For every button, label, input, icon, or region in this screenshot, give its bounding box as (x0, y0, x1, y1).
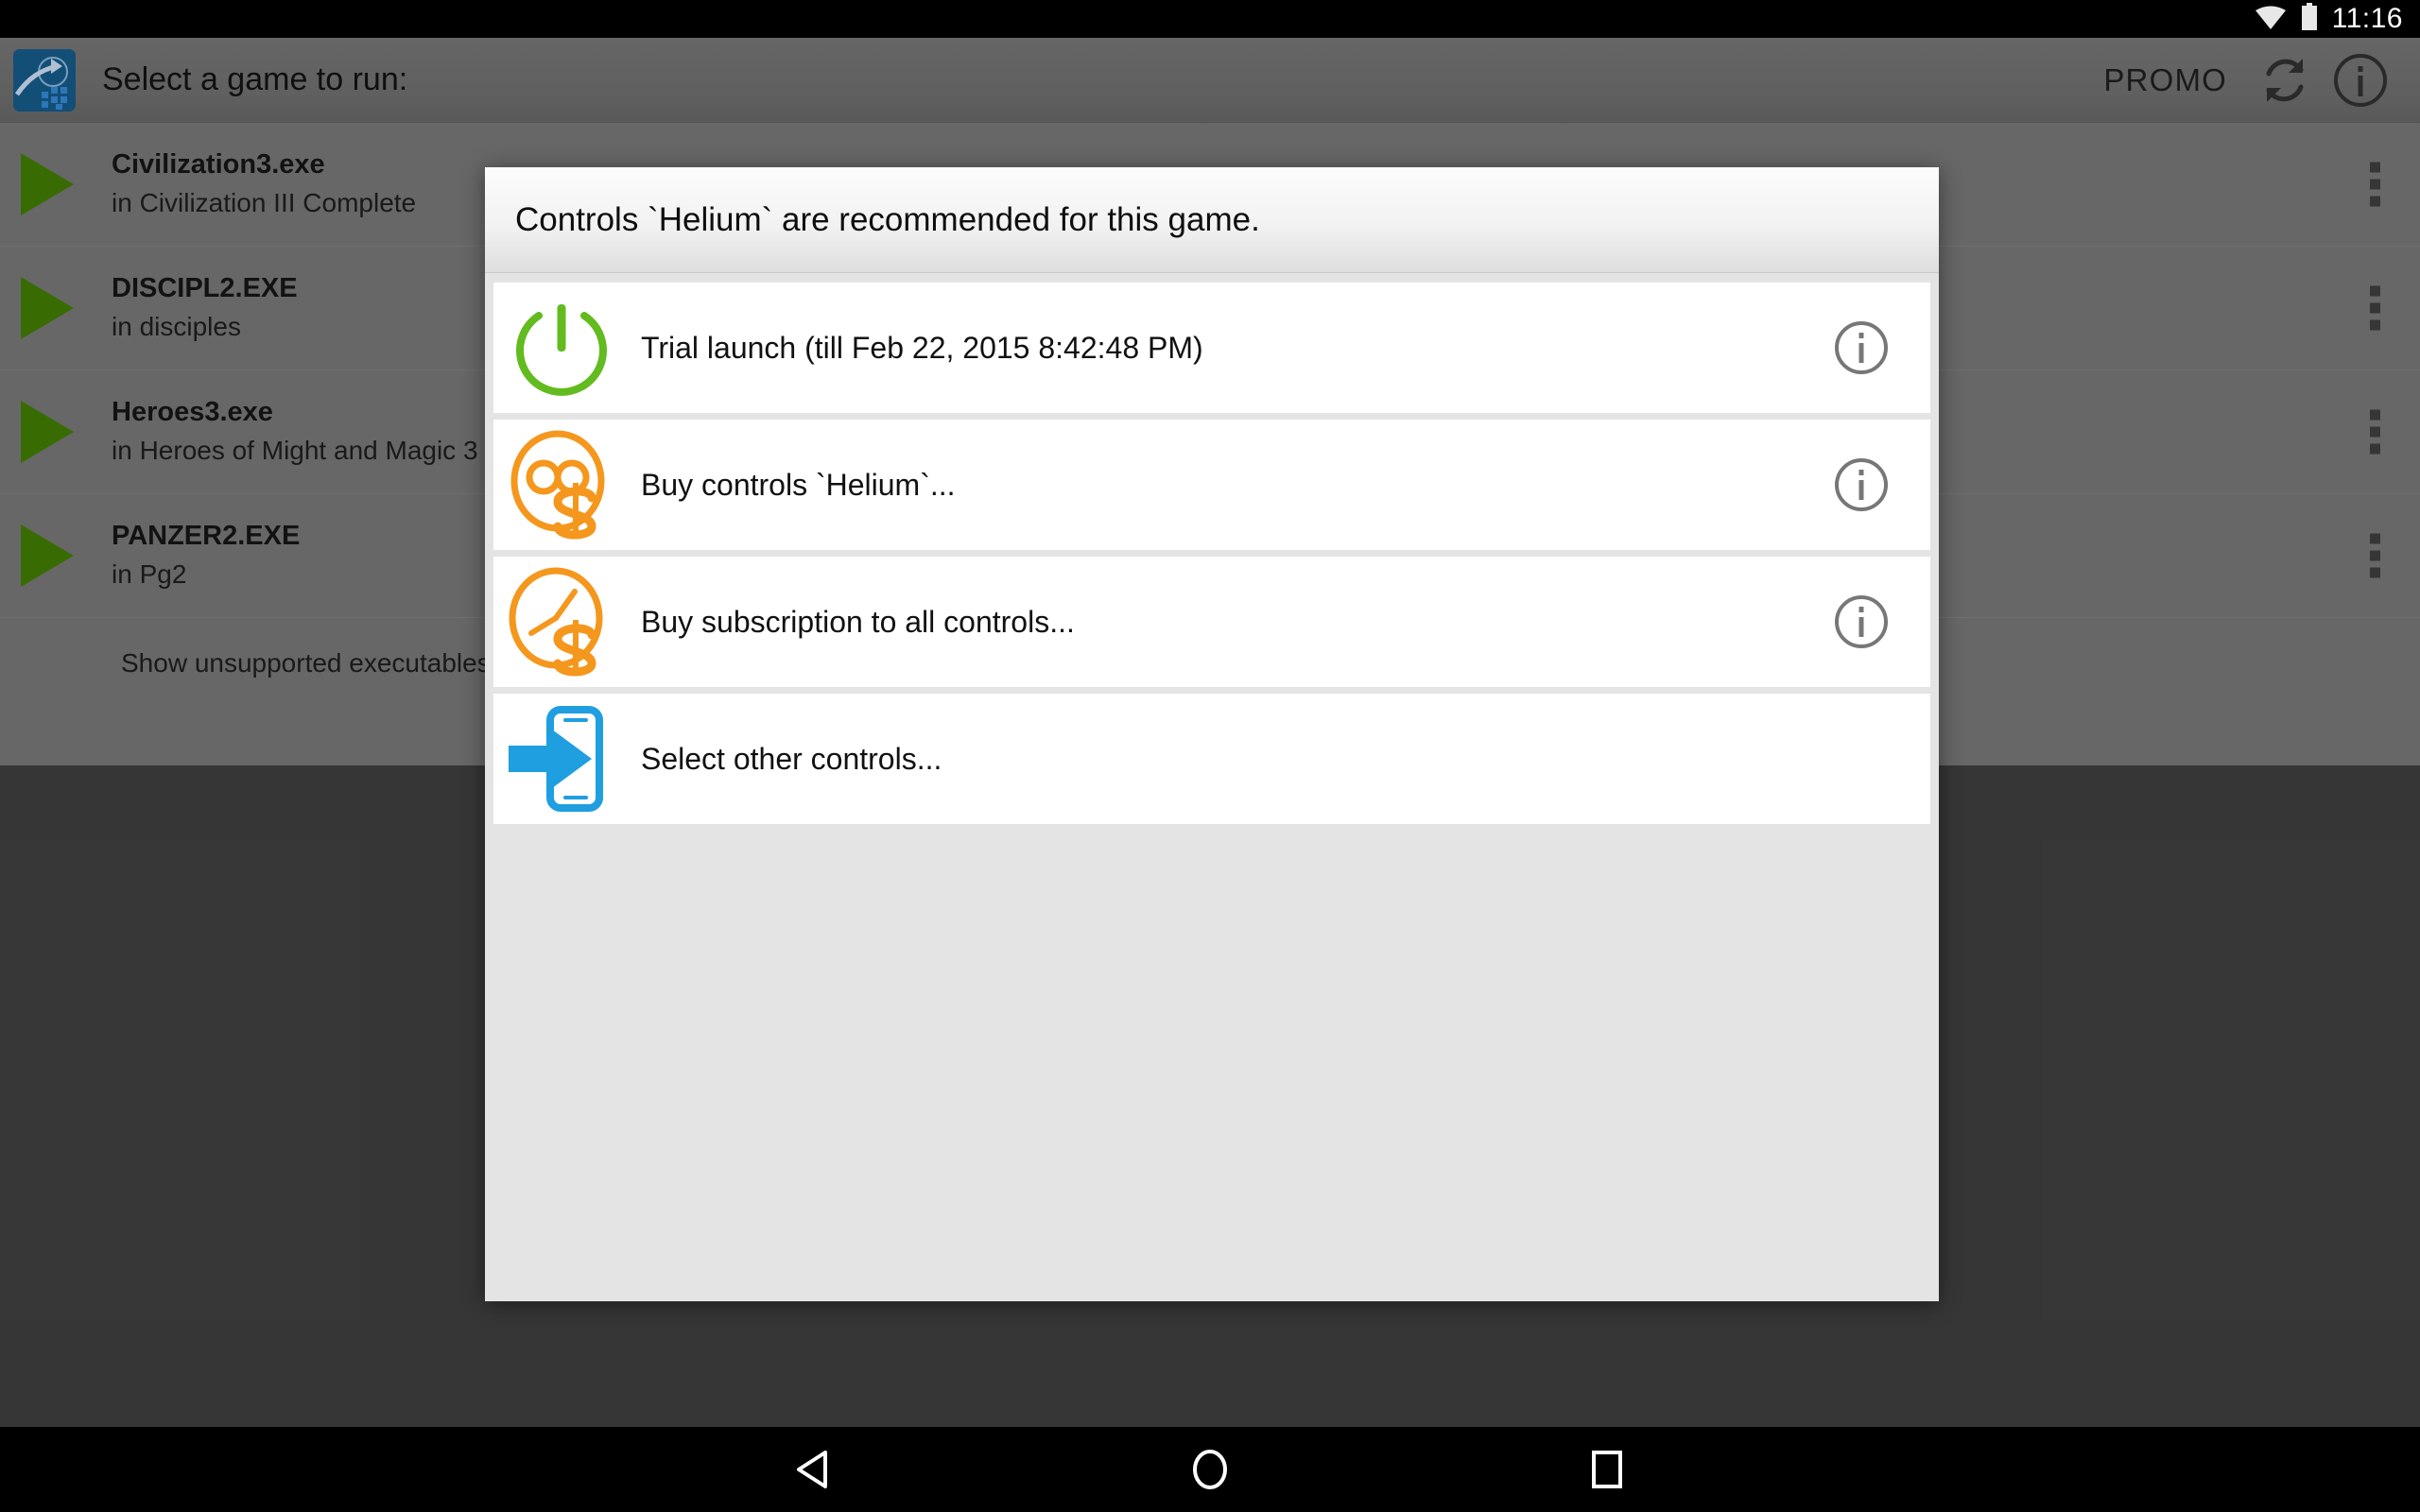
wifi-icon (2255, 4, 2287, 35)
option-label: Buy subscription to all controls... (641, 604, 1075, 639)
option-trial-launch[interactable]: Trial launch (till Feb 22, 2015 8:42:48 … (493, 283, 1930, 413)
option-select-other-controls[interactable]: Select other controls... (493, 694, 1930, 824)
dialog-title: Controls `Helium` are recommended for th… (515, 200, 1260, 238)
controls-recommendation-dialog: Controls `Helium` are recommended for th… (485, 167, 1939, 1301)
home-circle-icon[interactable] (1011, 1447, 1409, 1492)
battery-icon (2300, 2, 2319, 36)
info-icon[interactable] (1832, 593, 1891, 651)
status-bar: 11:16 (0, 0, 2420, 38)
info-icon[interactable] (1832, 455, 1891, 514)
dialog-options-list[interactable]: Trial launch (till Feb 22, 2015 8:42:48 … (485, 273, 1939, 824)
android-screen: 11:16 Select a game to run: PROMO Civili… (0, 0, 2420, 1512)
infinity-dollar-icon (505, 428, 618, 541)
option-label: Select other controls... (641, 741, 942, 776)
recents-square-icon[interactable] (1409, 1448, 1806, 1491)
phone-arrow-in-icon (505, 702, 618, 816)
navigation-bar (0, 1427, 2420, 1512)
info-icon[interactable] (1832, 318, 1891, 377)
option-label: Trial launch (till Feb 22, 2015 8:42:48 … (641, 330, 1203, 365)
dialog-header: Controls `Helium` are recommended for th… (485, 167, 1939, 273)
power-icon (505, 291, 618, 404)
clock-dollar-icon (505, 565, 618, 679)
option-label: Buy controls `Helium`... (641, 467, 956, 502)
option-buy-controls[interactable]: Buy controls `Helium`... (493, 420, 1930, 550)
option-buy-subscription[interactable]: Buy subscription to all controls... (493, 557, 1930, 687)
status-clock: 11:16 (2331, 3, 2403, 34)
back-triangle-icon[interactable] (614, 1449, 1011, 1490)
